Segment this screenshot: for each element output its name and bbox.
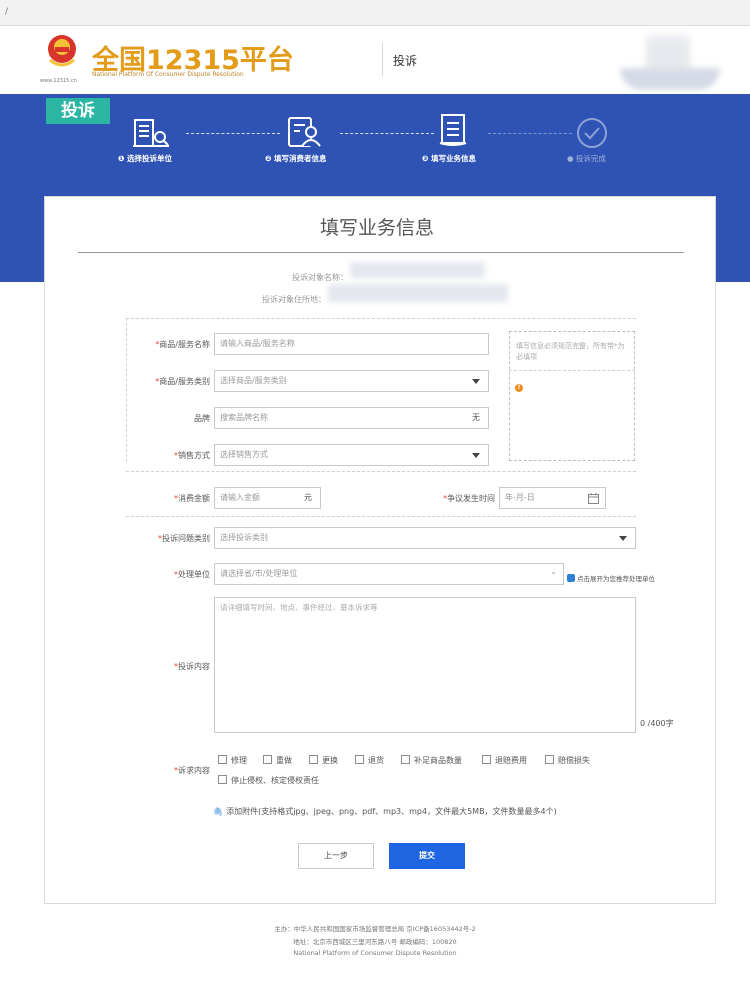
demand-option-stop-infringement[interactable]: 停止侵权、核定侵权责任 bbox=[218, 775, 319, 786]
object-address-label: 投诉对象住所地： bbox=[262, 295, 326, 304]
step-connector-1 bbox=[186, 133, 280, 134]
browser-mark: / bbox=[5, 7, 9, 17]
step-connector-3 bbox=[488, 133, 572, 134]
form-card bbox=[44, 196, 716, 904]
sales-method-select[interactable]: 选择销售方式 bbox=[214, 444, 489, 466]
char-counter: 0 /400字 bbox=[640, 719, 674, 728]
brand-none-option[interactable]: 无 bbox=[472, 408, 480, 428]
chevron-down-icon bbox=[619, 536, 627, 541]
demand-option-supplement[interactable]: 补足商品数量 bbox=[401, 755, 462, 766]
header-divider bbox=[382, 42, 383, 76]
dispute-date-label: *争议发生时间 bbox=[443, 494, 495, 503]
check-circle-icon bbox=[577, 118, 607, 148]
content-textarea[interactable]: 请详细填写时间、地点、事件经过、基本诉求等 bbox=[214, 597, 636, 733]
chevron-down-icon: ⌄ bbox=[550, 567, 557, 576]
content-label: *投诉内容 bbox=[174, 662, 210, 671]
user-form-icon bbox=[288, 117, 321, 147]
brand-search-input[interactable]: 搜索品牌名称无 bbox=[214, 407, 489, 429]
title-divider bbox=[78, 252, 684, 253]
amount-label: *消费金额 bbox=[174, 494, 210, 503]
product-category-select[interactable]: 选择商品/服务类别 bbox=[214, 370, 489, 392]
browser-strip: / bbox=[0, 0, 750, 26]
step-2-label: ❷ 填写消费者信息 bbox=[265, 154, 327, 163]
hint-text: 填写信息必须规范完整，所有带*为必填项 bbox=[516, 342, 625, 361]
amount-input[interactable]: 请输入金额元 bbox=[214, 487, 321, 509]
handling-unit-select[interactable]: 请选择省/市/处理单位 ⌄ bbox=[214, 563, 564, 585]
chevron-down-icon bbox=[472, 379, 480, 384]
dispute-date-input[interactable]: 年-月-日 bbox=[499, 487, 606, 509]
recommend-unit-link[interactable]: 点击展开为您推荐处理单位 bbox=[567, 573, 655, 583]
prev-step-button[interactable]: 上一步 bbox=[298, 843, 374, 869]
object-name-label: 投诉对象名称： bbox=[292, 273, 348, 282]
paperclip-icon: 🖇 bbox=[213, 807, 224, 816]
calendar-icon[interactable] bbox=[588, 493, 599, 504]
site-header: www.12315.cn 全国12315平台 National Platform… bbox=[0, 26, 750, 94]
handling-unit-label: *处理单位 bbox=[174, 570, 210, 579]
amount-unit: 元 bbox=[304, 493, 312, 502]
building-search-icon bbox=[133, 119, 169, 147]
hint-divider bbox=[509, 370, 635, 371]
section-divider bbox=[126, 471, 636, 472]
object-name-value bbox=[350, 262, 485, 278]
brand-subtitle: National Platform Of Consumer Dispute Re… bbox=[92, 71, 244, 78]
brand-label: 品牌 bbox=[194, 414, 210, 423]
warning-icon: ! bbox=[515, 384, 523, 392]
sales-method-label: *销售方式 bbox=[174, 451, 210, 460]
add-attachment-link[interactable]: 🖇 添加附件(支持格式jpg、jpeg、png、pdf、mp3、mp4，文件最大5… bbox=[213, 806, 557, 817]
page-tag: 投诉 bbox=[46, 98, 110, 124]
blurred-user-info bbox=[620, 68, 720, 90]
object-address-value bbox=[328, 284, 508, 302]
product-name-label: *商品/服务名称 bbox=[155, 340, 210, 349]
step-3-label: ❸ 填写业务信息 bbox=[422, 154, 476, 163]
site-url: www.12315.cn bbox=[40, 78, 77, 84]
national-emblem-icon bbox=[48, 35, 76, 67]
section-divider bbox=[126, 516, 636, 517]
header-page-title: 投诉 bbox=[393, 54, 418, 68]
blurred-avatar bbox=[646, 36, 690, 72]
document-edit-icon bbox=[439, 114, 467, 146]
demand-option-refund[interactable]: 退赔费用 bbox=[482, 755, 527, 766]
product-name-input[interactable]: 请输入商品/服务名称 bbox=[214, 333, 489, 355]
issue-category-select[interactable]: 选择投诉类别 bbox=[214, 527, 636, 549]
section-divider bbox=[126, 318, 636, 319]
demand-option-compensate[interactable]: 赔偿损失 bbox=[545, 755, 590, 766]
submit-button[interactable]: 提交 bbox=[389, 843, 465, 869]
form-title: 填写业务信息 bbox=[320, 217, 435, 239]
demand-label: *诉求内容 bbox=[174, 766, 210, 775]
demand-option-repair[interactable]: 修理 bbox=[218, 755, 247, 766]
footer-english-name: National Platform of Consumer Dispute Re… bbox=[293, 949, 457, 957]
chevron-down-icon bbox=[472, 453, 480, 458]
demand-option-redo[interactable]: 重做 bbox=[263, 755, 292, 766]
step-4-label: ● 投诉完成 bbox=[567, 154, 606, 163]
demand-option-return[interactable]: 退货 bbox=[355, 755, 384, 766]
step-1-label: ❶ 选择投诉单位 bbox=[118, 154, 172, 163]
issue-category-label: *投诉问题类别 bbox=[158, 534, 210, 543]
product-category-label: *商品/服务类别 bbox=[155, 377, 210, 386]
checkbox-icon bbox=[567, 574, 575, 582]
footer-address: 地址：北京市西城区三里河东路八号 邮政编码：100820 bbox=[293, 938, 457, 946]
user-area[interactable] bbox=[620, 30, 720, 90]
demand-option-replace[interactable]: 更换 bbox=[309, 755, 338, 766]
step-connector-2 bbox=[340, 133, 434, 134]
footer-sponsor: 主办：中华人民共和国国家市场监督管理总局 京ICP备16053442号-2 bbox=[274, 925, 476, 933]
